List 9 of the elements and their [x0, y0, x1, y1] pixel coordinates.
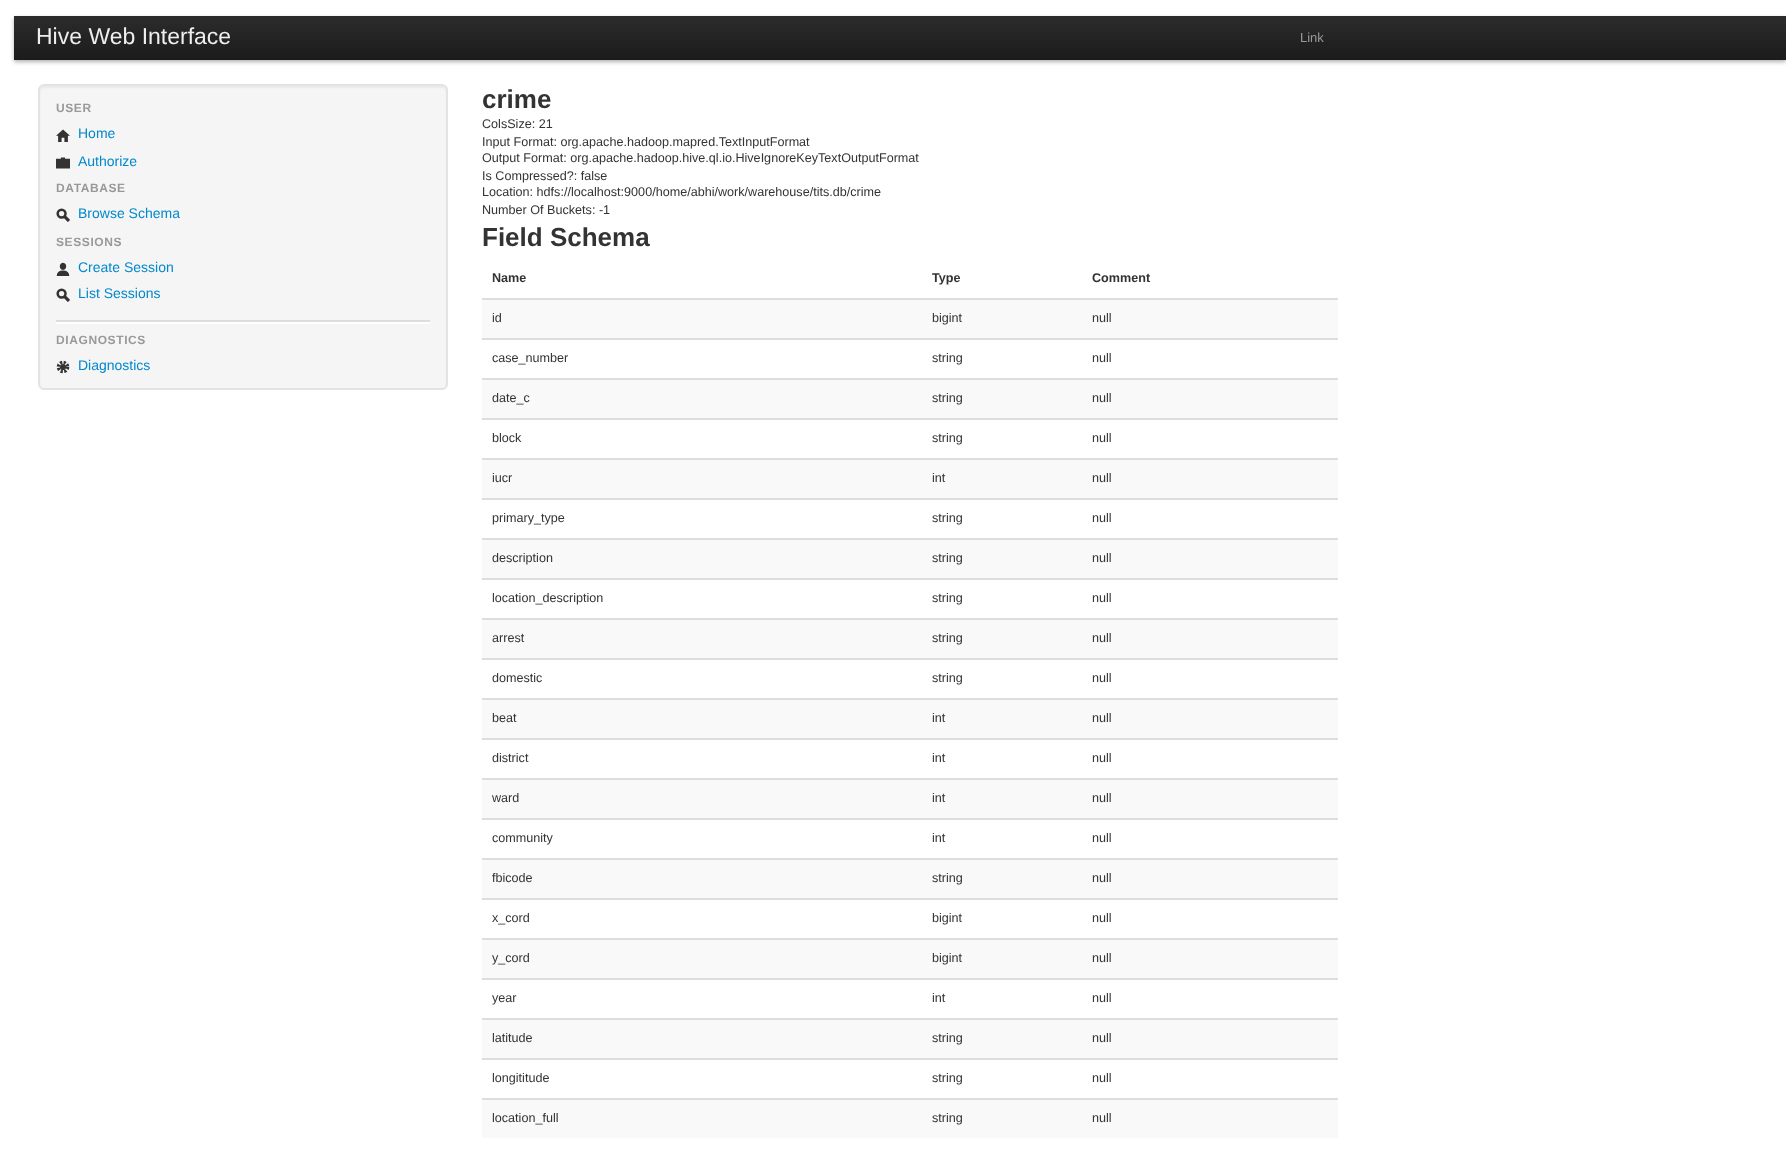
table-title: crime	[482, 84, 554, 114]
settings-icon	[56, 359, 70, 374]
search-icon	[56, 288, 70, 303]
search-icon	[56, 208, 70, 223]
home-icon	[56, 128, 70, 143]
section-title: Field Schema	[482, 222, 652, 252]
briefcase-icon	[56, 155, 70, 170]
brand-link[interactable]: Hive Web Interface	[36, 26, 1300, 50]
user-icon	[56, 261, 70, 276]
